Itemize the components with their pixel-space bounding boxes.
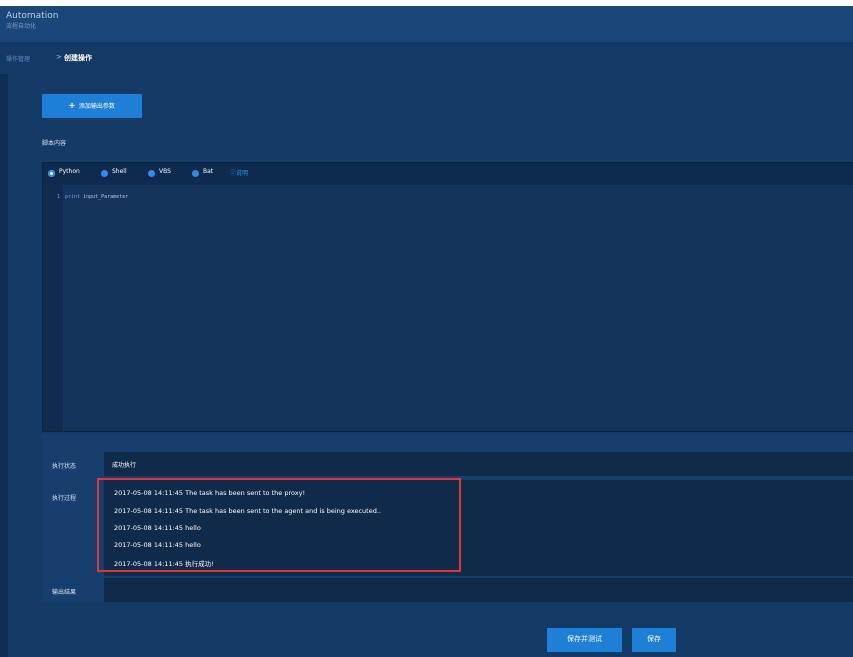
add-output-param-label: 添加输出参数 bbox=[78, 104, 115, 110]
radio-bat[interactable] bbox=[192, 170, 199, 177]
top-bar: Automation 流程自动化 bbox=[0, 6, 853, 43]
radio-label-shell[interactable]: Shell bbox=[112, 168, 127, 175]
code-keyword: print bbox=[65, 194, 81, 200]
breadcrumb-parent-link[interactable]: 操作管理 bbox=[6, 54, 30, 63]
language-selector: Python Shell VBS Bat ⓘ说明 bbox=[43, 163, 853, 185]
output-result-field[interactable] bbox=[104, 578, 853, 602]
plus-icon: + bbox=[69, 101, 75, 112]
radio-python[interactable] bbox=[48, 170, 55, 177]
line-number-gutter bbox=[43, 185, 63, 431]
output-result-label: 输出结果 bbox=[52, 589, 77, 596]
radio-shell[interactable] bbox=[101, 170, 108, 177]
breadcrumb-current: 创建操作 bbox=[64, 54, 92, 62]
app-title: Automation bbox=[6, 11, 59, 21]
code-text: input_Parameter bbox=[80, 194, 129, 200]
log-highlight-box bbox=[97, 478, 461, 572]
execution-status-label: 执行状态 bbox=[52, 463, 77, 470]
execution-status-field bbox=[104, 452, 853, 476]
radio-label-vbs[interactable]: VBS bbox=[159, 168, 171, 175]
script-content-label: 脚本内容 bbox=[42, 140, 67, 147]
radio-label-bat[interactable]: Bat bbox=[203, 168, 213, 175]
breadcrumb-separator: > bbox=[56, 53, 62, 61]
app-subtitle: 流程自动化 bbox=[6, 23, 37, 30]
line-number: 1 bbox=[57, 194, 61, 200]
add-output-param-button[interactable]: + 添加输出参数 bbox=[42, 94, 142, 118]
execution-log-label: 执行过程 bbox=[52, 495, 77, 502]
radio-vbs[interactable] bbox=[148, 170, 155, 177]
script-editor[interactable]: Python Shell VBS Bat ⓘ说明 1 print input_P… bbox=[42, 162, 853, 432]
radio-label-python[interactable]: Python bbox=[59, 168, 80, 175]
breadcrumb: 操作管理 > 创建操作 bbox=[0, 42, 853, 74]
save-button[interactable]: 保存 bbox=[632, 628, 676, 652]
help-link[interactable]: ⓘ说明 bbox=[230, 168, 248, 177]
save-and-test-button[interactable]: 保存并测试 bbox=[547, 628, 622, 652]
execution-status-value: 成功执行 bbox=[112, 462, 137, 469]
code-line-1[interactable]: print input_Parameter bbox=[65, 194, 128, 200]
